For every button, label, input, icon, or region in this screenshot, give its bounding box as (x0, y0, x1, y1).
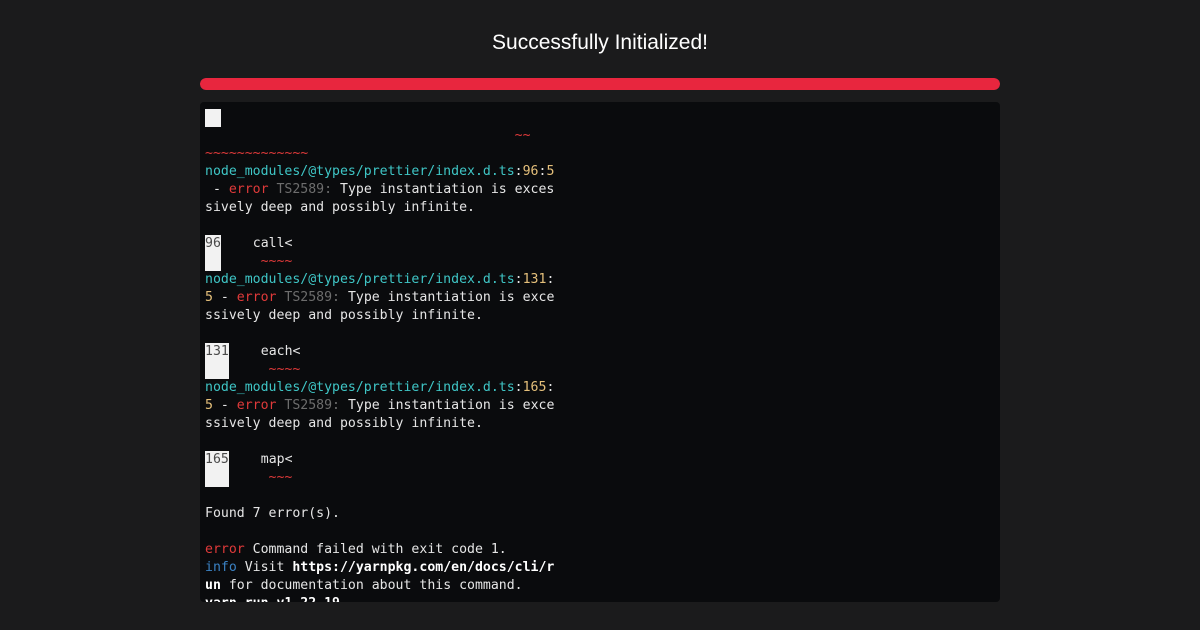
terminal-text-segment: ~~ (205, 128, 531, 143)
terminal-line: ~~~~ (205, 253, 565, 271)
terminal-text-segment: sively deep and possibly infinite. (205, 200, 475, 215)
terminal-line: un for documentation about this command. (205, 577, 565, 595)
terminal-text-segment: : (514, 272, 523, 287)
terminal-text-segment: un (205, 578, 221, 593)
terminal-text-segment: Type instantiation is exce (340, 290, 555, 305)
terminal-line: ~~~~~~~~~~~~~ (205, 145, 565, 163)
terminal-text-segment: 96 (522, 164, 539, 179)
terminal-text-segment: - (205, 182, 229, 197)
terminal-text-segment: : (514, 164, 523, 179)
terminal-text-segment: Found 7 error(s). (205, 506, 340, 521)
progress-bar (200, 78, 1000, 90)
terminal-line: 165 map< (205, 451, 565, 487)
terminal-text-segment: https://yarnpkg.com/en/docs/cli/r (292, 560, 555, 575)
terminal-text-segment: info (205, 560, 237, 575)
terminal-line: node_modules/@types/prettier/index.d.ts:… (205, 271, 565, 289)
terminal-text-segment: ~~~~ (205, 254, 293, 269)
terminal-text-segment: 5 (205, 398, 213, 413)
terminal-text-segment: Type instantiation is exces (332, 182, 555, 197)
terminal-text-segment: TS2589: (276, 290, 341, 305)
terminal-line: ssively deep and possibly infinite. (205, 307, 565, 325)
terminal-line (205, 109, 565, 127)
terminal-text-segment: error (228, 182, 269, 197)
terminal-line: info Visit https://yarnpkg.com/en/docs/c… (205, 559, 565, 577)
terminal-output[interactable]: ~~ ~~~~~~~~~~~~~ node_modules/@types/prett… (200, 102, 1000, 602)
terminal-text-segment: Visit (236, 560, 293, 575)
terminal-text-segment: TS2589: (276, 398, 341, 413)
terminal-line: error Command failed with exit code 1. (205, 541, 565, 559)
terminal-text-segment: 5 (205, 290, 213, 305)
terminal-text-segment: yarn run v1.22.19 (205, 596, 340, 602)
terminal-text-segment: ~~~~ (205, 362, 301, 377)
terminal-text-segment: node_modules/@types/prettier/index.d.ts (205, 272, 515, 287)
terminal-text-segment: error (236, 398, 277, 413)
progress-bar-fill (200, 78, 1000, 90)
line-number-gutter: 131 (205, 343, 229, 361)
terminal-line: node_modules/@types/prettier/index.d.ts:… (205, 163, 565, 181)
terminal-line: sively deep and possibly infinite. (205, 199, 565, 217)
terminal-text-segment: Command failed with exit code 1. (244, 542, 507, 557)
terminal-text-segment: Type instantiation is exce (340, 398, 555, 413)
terminal-line: yarn run v1.22.19 (205, 595, 565, 602)
terminal-text-segment: node_modules/@types/prettier/index.d.ts (205, 380, 515, 395)
terminal-text-segment: error (205, 542, 245, 557)
terminal-line: Found 7 error(s). (205, 505, 565, 523)
code-snippet: map< (229, 452, 293, 467)
terminal-line: ~~ (205, 127, 565, 145)
terminal-text-segment: ~~~~~~~~~~~~~ (205, 146, 309, 161)
terminal-text-segment: 131 (522, 272, 547, 287)
terminal-line: ~~~ (205, 469, 565, 487)
terminal-line: 131 each< (205, 343, 565, 379)
line-number-gutter: 96 (205, 235, 221, 253)
code-snippet: each< (229, 344, 301, 359)
terminal-text-segment: ssively deep and possibly infinite. (205, 416, 483, 431)
terminal-text-segment: : (514, 380, 523, 395)
terminal-text-segment: 5 (546, 164, 555, 179)
terminal-line: 96 call< (205, 235, 565, 271)
code-snippet: call< (221, 236, 293, 251)
page-title: Successfully Initialized! (492, 31, 708, 54)
terminal-text-segment: node_modules/@types/prettier/index.d.ts (205, 164, 515, 179)
terminal-text-segment: ssively deep and possibly infinite. (205, 308, 483, 323)
terminal-lines: ~~ ~~~~~~~~~~~~~ node_modules/@types/prett… (205, 109, 565, 602)
terminal-text-segment: 165 (522, 380, 547, 395)
terminal-line: 5 - error TS2589: Type instantiation is … (205, 289, 565, 307)
terminal-line: 5 - error TS2589: Type instantiation is … (205, 397, 565, 415)
terminal-text-segment: - (212, 398, 237, 413)
terminal-line: ~~~~ (205, 361, 565, 379)
terminal-text-segment: : (546, 380, 555, 395)
terminal-text-segment: for documentation about this command. (220, 578, 523, 593)
terminal-cursor (205, 109, 221, 127)
terminal-line: ssively deep and possibly infinite. (205, 415, 565, 433)
terminal-text-segment: ~~~ (205, 470, 293, 485)
line-number-gutter: 165 (205, 451, 229, 469)
terminal-text-segment: error (236, 290, 277, 305)
terminal-line: - error TS2589: Type instantiation is ex… (205, 181, 565, 199)
terminal-line: node_modules/@types/prettier/index.d.ts:… (205, 379, 565, 397)
terminal-text-segment: - (212, 290, 237, 305)
terminal-text-segment: TS2589: (268, 182, 333, 197)
terminal-text-segment: : (546, 272, 555, 287)
